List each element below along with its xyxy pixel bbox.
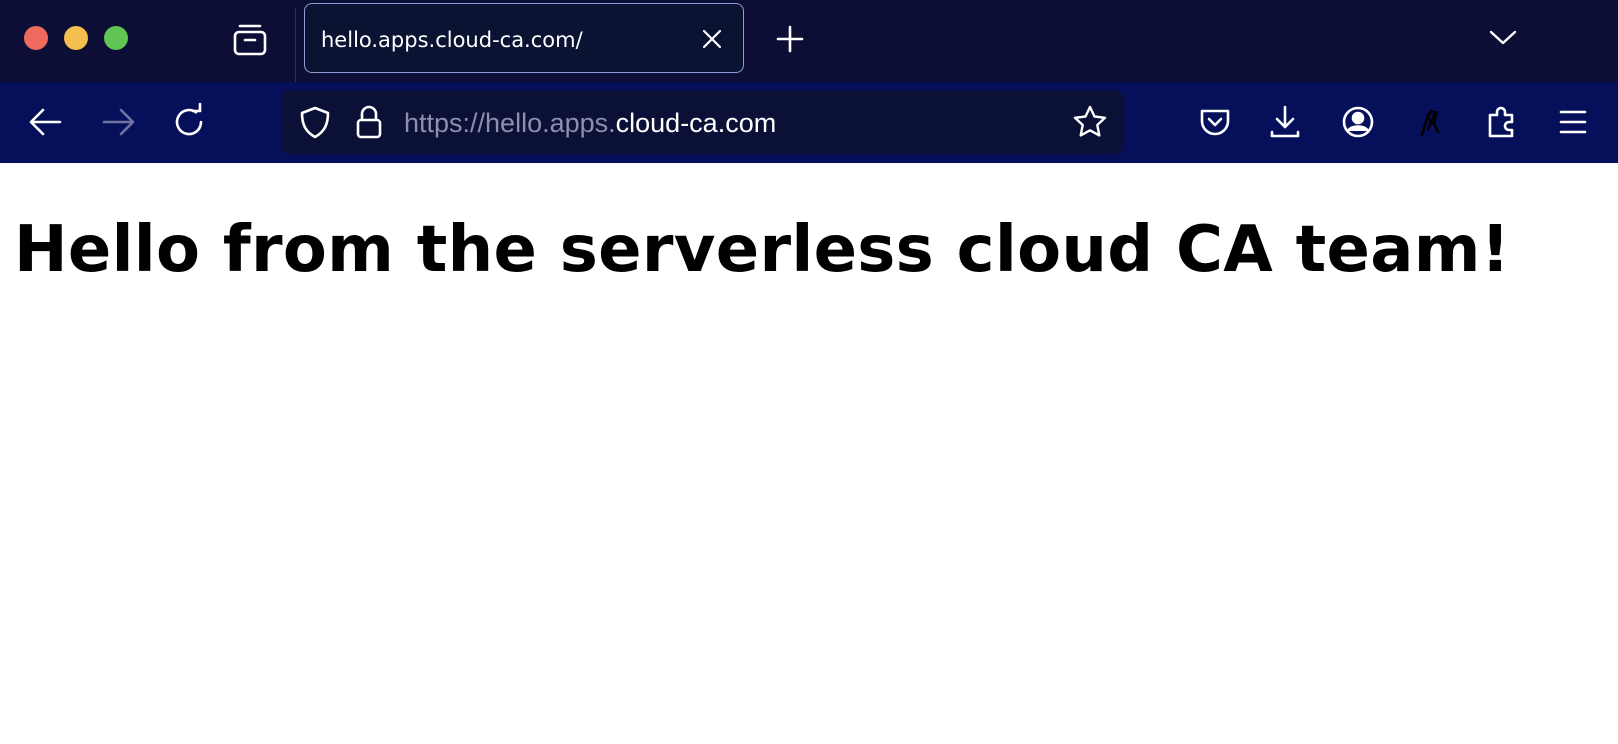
new-tab-icon[interactable]	[775, 24, 805, 54]
window-minimize-button[interactable]	[64, 26, 88, 50]
page-heading: Hello from the serverless cloud CA team!	[14, 213, 1511, 287]
account-icon[interactable]	[1338, 102, 1378, 142]
tab-title: hello.apps.cloud-ca.com/	[321, 28, 583, 52]
back-arrow-icon[interactable]	[26, 102, 66, 142]
extension-icon[interactable]	[1410, 102, 1450, 142]
url-prefix: https://hello.apps.	[404, 108, 616, 138]
reload-icon[interactable]	[170, 102, 210, 142]
title-bar: hello.apps.cloud-ca.com/	[0, 0, 1618, 82]
tab-list-chevron-down-icon[interactable]	[1488, 24, 1518, 52]
tab-manager-icon[interactable]	[230, 22, 270, 58]
shield-icon[interactable]	[295, 102, 335, 142]
pocket-icon[interactable]	[1195, 102, 1235, 142]
url-domain: cloud-ca.com	[615, 108, 777, 138]
puzzle-icon[interactable]	[1482, 102, 1522, 142]
menu-icon[interactable]	[1553, 102, 1593, 142]
forward-arrow-icon[interactable]	[98, 102, 138, 142]
bookmark-star-icon[interactable]	[1070, 102, 1110, 142]
window-close-button[interactable]	[24, 26, 48, 50]
url-text[interactable]: https://hello.apps.cloud-ca.com	[404, 108, 776, 139]
window-maximize-button[interactable]	[104, 26, 128, 50]
tab-divider	[295, 8, 296, 82]
navigation-toolbar: https://hello.apps.cloud-ca.com	[0, 82, 1618, 163]
address-bar[interactable]: https://hello.apps.cloud-ca.com	[281, 90, 1123, 154]
lock-icon[interactable]	[349, 102, 389, 142]
close-tab-icon[interactable]	[699, 26, 725, 52]
download-icon[interactable]	[1265, 102, 1305, 142]
page-content: Hello from the serverless cloud CA team!	[0, 163, 1618, 744]
tab-active[interactable]: hello.apps.cloud-ca.com/	[304, 3, 744, 73]
